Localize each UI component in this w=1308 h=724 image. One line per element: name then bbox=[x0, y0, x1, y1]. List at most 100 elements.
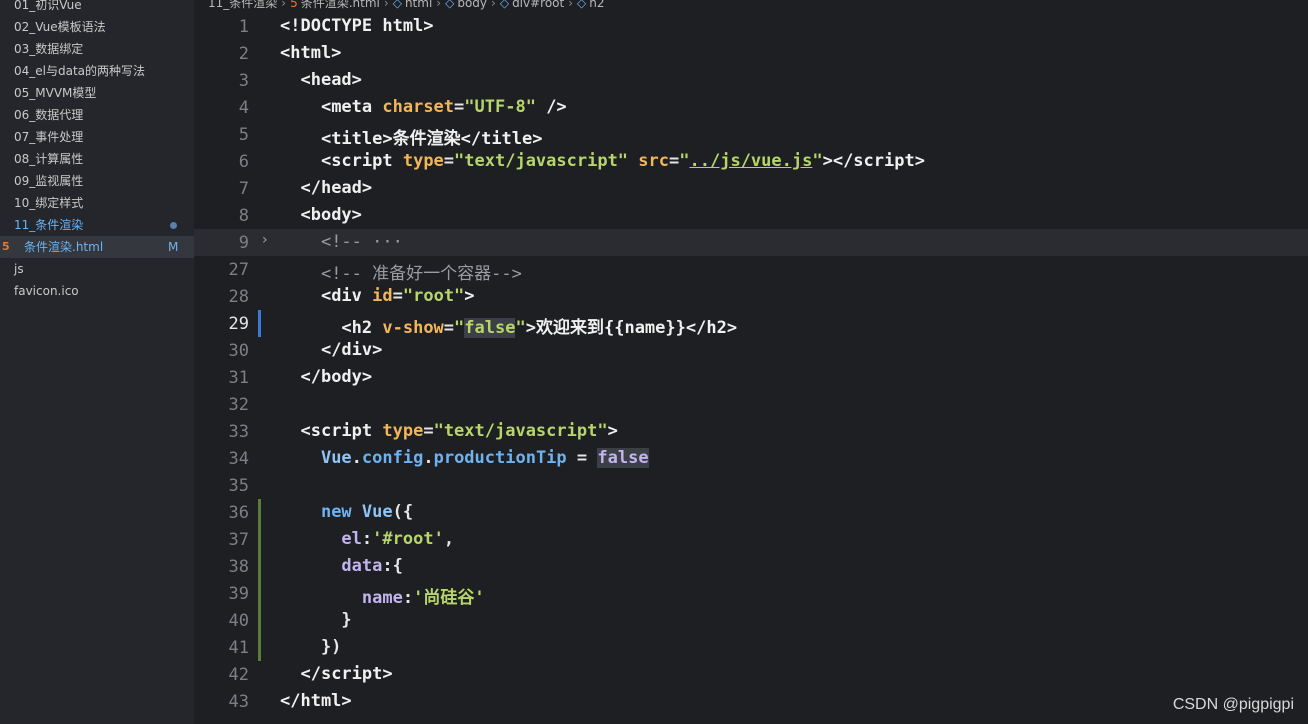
explorer-item-label: 05_MVVM模型 bbox=[14, 86, 97, 100]
code-line[interactable]: 2 <html> bbox=[194, 40, 1308, 67]
breadcrumb-item[interactable]: body bbox=[457, 0, 487, 10]
explorer-item-label: 01_初识Vue bbox=[14, 0, 82, 12]
code-text: <title>条件渲染</title> bbox=[320, 129, 543, 149]
line-number: 28 bbox=[228, 287, 249, 307]
line-number: 32 bbox=[228, 395, 249, 415]
code-text: new Vue({ bbox=[320, 502, 414, 522]
explorer-item[interactable]: favicon.ico bbox=[0, 280, 194, 302]
line-number: 35 bbox=[228, 476, 249, 496]
code-line[interactable]: 4 <meta charset="UTF-8" /> bbox=[194, 94, 1308, 121]
explorer-item[interactable]: 06_数据代理 bbox=[0, 104, 194, 126]
explorer-item-label: 07_事件处理 bbox=[14, 130, 84, 144]
code-line[interactable]: 39 name:'尚硅谷' bbox=[194, 580, 1308, 608]
code-line[interactable]: 36 new Vue({ bbox=[194, 499, 1308, 526]
code-text: <!DOCTYPE html> bbox=[280, 16, 434, 36]
breadcrumb-item[interactable]: 11_条件渲染 bbox=[208, 0, 277, 11]
code-line[interactable]: 37 el:'#root', bbox=[194, 526, 1308, 553]
git-modified-badge: M bbox=[168, 240, 179, 254]
chevron-right-icon: › bbox=[281, 0, 287, 10]
line-number: 1 bbox=[238, 17, 249, 37]
explorer-item[interactable]: 04_el与data的两种写法 bbox=[0, 60, 194, 82]
line-number: 8 bbox=[238, 206, 249, 226]
element-icon: ◇ bbox=[445, 0, 455, 10]
code-line[interactable]: 40 } bbox=[194, 607, 1308, 634]
code-line[interactable]: 33 <script type="text/javascript"> bbox=[194, 418, 1308, 445]
code-line[interactable]: 41 }) bbox=[194, 634, 1308, 661]
line-number: 42 bbox=[228, 665, 249, 685]
code-text: } bbox=[280, 610, 352, 630]
line-number: 30 bbox=[228, 341, 249, 361]
breadcrumb-item[interactable]: 条件渲染.html bbox=[301, 0, 380, 11]
line-number: 39 bbox=[228, 584, 249, 604]
code-line[interactable]: 5 <title>条件渲染</title> bbox=[194, 121, 1308, 149]
breadcrumb-item[interactable]: html bbox=[405, 0, 432, 10]
explorer-item-label: 06_数据代理 bbox=[14, 108, 84, 122]
element-icon: ◇ bbox=[499, 0, 510, 10]
explorer-item-label: 04_el与data的两种写法 bbox=[14, 64, 146, 78]
line-number: 7 bbox=[238, 179, 249, 199]
explorer-item[interactable]: 11_条件渲染 bbox=[0, 214, 194, 236]
line-number: 2 bbox=[238, 44, 249, 64]
element-icon: ◇ bbox=[392, 0, 402, 10]
line-number: 31 bbox=[228, 368, 249, 388]
line-number: 4 bbox=[238, 98, 249, 118]
code-line[interactable]: 7 </head> bbox=[194, 175, 1308, 202]
code-text: </div> bbox=[320, 340, 383, 360]
code-text: <div id="root"> bbox=[320, 286, 475, 306]
added-line-marker bbox=[258, 607, 261, 634]
code-line[interactable]: 29 <h2 v-show="false">欢迎来到{{name}}</h2> bbox=[194, 310, 1308, 338]
code-line[interactable]: 38 data:{ bbox=[194, 553, 1308, 580]
explorer-item[interactable]: 01_初识Vue bbox=[0, 0, 194, 16]
html-file-icon: 5 bbox=[2, 240, 10, 253]
watermark: CSDN @pigpigpi bbox=[1172, 696, 1294, 713]
explorer-item-label: 03_数据绑定 bbox=[14, 42, 84, 56]
code-line[interactable]: 9 › <!-- ··· bbox=[194, 229, 1308, 256]
code-line[interactable]: 30 </div> bbox=[194, 337, 1308, 364]
code-line[interactable]: 32 bbox=[194, 391, 1308, 418]
code-line[interactable]: 34 Vue.config.productionTip = false bbox=[194, 445, 1308, 472]
explorer-item-label: 条件渲染.html bbox=[24, 240, 104, 254]
line-number: 29 bbox=[228, 314, 249, 334]
explorer-item[interactable]: 05_MVVM模型 bbox=[0, 82, 194, 104]
chevron-right-icon: › bbox=[436, 0, 442, 10]
code-text: <html> bbox=[280, 43, 342, 63]
element-icon: ◇ bbox=[577, 0, 587, 10]
explorer-item[interactable]: 07_事件处理 bbox=[0, 126, 194, 148]
code-line[interactable]: 28 <div id="root"> bbox=[194, 283, 1308, 310]
code-text: name:'尚硅谷' bbox=[361, 588, 485, 608]
added-line-marker bbox=[258, 553, 261, 580]
code-text: </script> bbox=[300, 664, 393, 684]
explorer-item[interactable]: 03_数据绑定 bbox=[0, 38, 194, 60]
line-number: 9 bbox=[238, 233, 249, 253]
explorer-item-label: 02_Vue模板语法 bbox=[14, 20, 106, 34]
line-number: 34 bbox=[228, 449, 249, 469]
explorer-item[interactable]: 09_监视属性 bbox=[0, 170, 194, 192]
breadcrumb-item[interactable]: div#root bbox=[512, 0, 564, 10]
added-line-marker bbox=[258, 634, 261, 661]
code-line[interactable]: 43 </html> bbox=[194, 688, 1308, 715]
explorer-item[interactable]: 02_Vue模板语法 bbox=[0, 16, 194, 38]
explorer-item-label: js bbox=[14, 262, 24, 276]
code-line[interactable]: 8 <body> bbox=[194, 202, 1308, 229]
code-editor[interactable]: 11_条件渲染 › 5 条件渲染.html › ◇ html › ◇ body › ◇ div#root… bbox=[194, 0, 1308, 724]
code-line[interactable]: 42 </script> bbox=[194, 661, 1308, 688]
explorer-item[interactable]: js bbox=[0, 258, 194, 280]
line-number: 5 bbox=[238, 125, 249, 145]
explorer-item[interactable]: 5 条件渲染.html M bbox=[0, 236, 194, 258]
explorer-item[interactable]: 10_绑定样式 bbox=[0, 192, 194, 214]
chevron-right-icon: › bbox=[568, 0, 574, 10]
fold-chevron-icon[interactable]: › bbox=[262, 232, 268, 248]
explorer-item[interactable]: 08_计算属性 bbox=[0, 148, 194, 170]
vscode-window: 01_初识Vue 02_Vue模板语法 03_数据绑定 04_el与data的两种写法… bbox=[0, 0, 1308, 724]
breadcrumb-item[interactable]: h2 bbox=[589, 0, 604, 10]
code-text: <head> bbox=[300, 70, 362, 90]
code-line[interactable]: 6 <script type="text/javascript" src="..… bbox=[194, 148, 1308, 175]
added-line-marker bbox=[258, 499, 261, 526]
code-line[interactable]: 27 <!-- 准备好一个容器--> bbox=[194, 256, 1308, 284]
code-line[interactable]: 1 <!DOCTYPE html> bbox=[194, 13, 1308, 40]
code-line[interactable]: 3 <head> bbox=[194, 67, 1308, 94]
code-line[interactable]: 31 </body> bbox=[194, 364, 1308, 391]
code-line[interactable]: 35 bbox=[194, 472, 1308, 499]
line-number: 33 bbox=[228, 422, 249, 442]
modified-dot-icon bbox=[170, 222, 177, 229]
